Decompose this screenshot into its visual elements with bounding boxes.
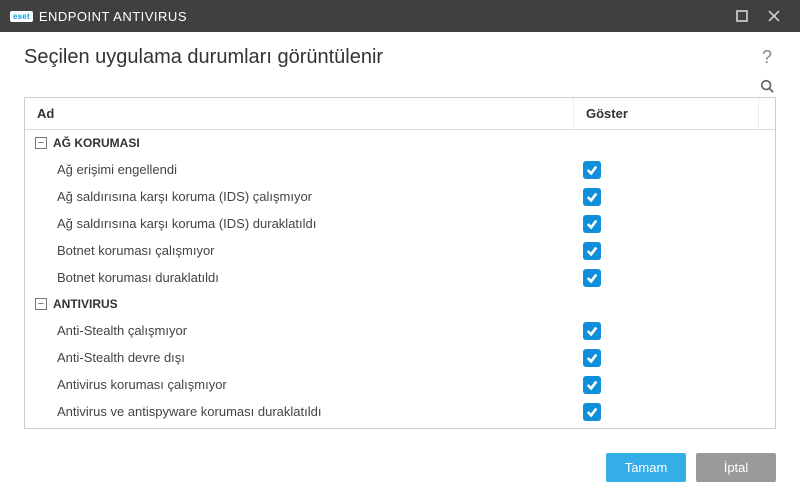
column-show[interactable]: Göster — [574, 98, 759, 129]
brand: eset ENDPOINT ANTIVIRUS — [10, 9, 187, 24]
show-checkbox[interactable] — [583, 403, 601, 421]
column-header: Ad Göster — [25, 98, 775, 130]
show-checkbox[interactable] — [583, 376, 601, 394]
status-panel: Ad Göster −AĞ KORUMASIAğ erişimi engelle… — [24, 97, 776, 429]
dialog-header: Seçilen uygulama durumları görüntülenir … — [0, 32, 800, 77]
status-list[interactable]: −AĞ KORUMASIAğ erişimi engellendiAğ sald… — [25, 130, 775, 428]
ok-button[interactable]: Tamam — [606, 453, 686, 482]
group-label: AĞ KORUMASI — [53, 136, 140, 150]
cancel-button[interactable]: İptal — [696, 453, 776, 482]
table-row[interactable]: Botnet koruması duraklatıldı — [25, 264, 775, 291]
show-checkbox[interactable] — [583, 269, 601, 287]
row-label: Anti-Stealth çalışmıyor — [25, 319, 575, 343]
window-close-button[interactable] — [758, 0, 790, 32]
row-label: Anti-Stealth devre dışı — [25, 346, 575, 370]
column-name[interactable]: Ad — [25, 98, 574, 129]
table-row[interactable]: Anti-Stealth devre dışı — [25, 344, 775, 371]
row-label: Ağ erişimi engellendi — [25, 158, 575, 182]
titlebar: eset ENDPOINT ANTIVIRUS — [0, 0, 800, 32]
collapse-icon[interactable]: − — [35, 298, 47, 310]
show-checkbox[interactable] — [583, 161, 601, 179]
group-header[interactable]: −AĞ KORUMASI — [25, 130, 775, 156]
row-label: Botnet koruması duraklatıldı — [25, 266, 575, 290]
table-row[interactable]: Ağ saldırısına karşı koruma (IDS) durakl… — [25, 210, 775, 237]
table-row[interactable]: Anti-Stealth çalışmıyor — [25, 317, 775, 344]
table-row[interactable]: Belge koruması işlevsiz — [25, 425, 775, 428]
show-checkbox[interactable] — [583, 322, 601, 340]
brand-text: ENDPOINT ANTIVIRUS — [39, 9, 187, 24]
row-label: Ağ saldırısına karşı koruma (IDS) çalışm… — [25, 185, 575, 209]
help-button[interactable]: ? — [758, 47, 776, 68]
row-label: Ağ saldırısına karşı koruma (IDS) durakl… — [25, 212, 575, 236]
row-label: Antivirus ve antispyware koruması durakl… — [25, 400, 575, 424]
window-maximize-button[interactable] — [726, 0, 758, 32]
row-label: Belge koruması işlevsiz — [25, 427, 575, 429]
brand-badge: eset — [10, 11, 33, 22]
page-title: Seçilen uygulama durumları görüntülenir — [24, 46, 758, 69]
search-icon[interactable] — [758, 77, 776, 95]
table-row[interactable]: Antivirus koruması çalışmıyor — [25, 371, 775, 398]
table-row[interactable]: Ağ saldırısına karşı koruma (IDS) çalışm… — [25, 183, 775, 210]
group-header[interactable]: −ANTIVIRUS — [25, 291, 775, 317]
show-checkbox[interactable] — [583, 188, 601, 206]
collapse-icon[interactable]: − — [35, 137, 47, 149]
row-label: Botnet koruması çalışmıyor — [25, 239, 575, 263]
search-bar — [0, 77, 800, 97]
dialog-footer: Tamam İptal — [0, 439, 800, 500]
group-label: ANTIVIRUS — [53, 297, 118, 311]
table-row[interactable]: Ağ erişimi engellendi — [25, 156, 775, 183]
show-checkbox[interactable] — [583, 215, 601, 233]
show-checkbox[interactable] — [583, 242, 601, 260]
table-row[interactable]: Botnet koruması çalışmıyor — [25, 237, 775, 264]
row-label: Antivirus koruması çalışmıyor — [25, 373, 575, 397]
table-row[interactable]: Antivirus ve antispyware koruması durakl… — [25, 398, 775, 425]
show-checkbox[interactable] — [583, 349, 601, 367]
